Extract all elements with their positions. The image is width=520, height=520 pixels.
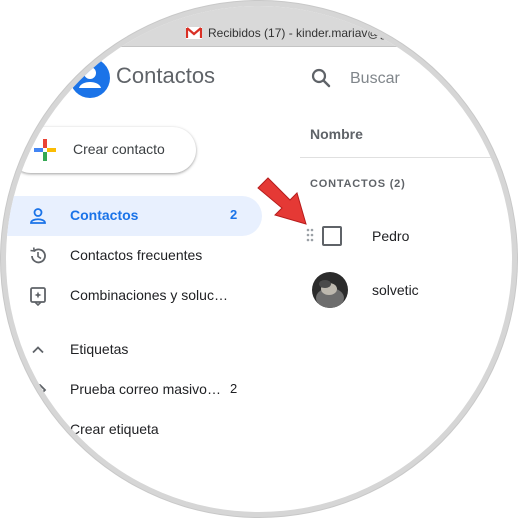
history-icon [28, 246, 48, 266]
gmail-icon [186, 27, 202, 39]
search-icon[interactable] [310, 67, 332, 89]
person-icon [28, 206, 48, 226]
contacts-section-heading: CONTACTOS (2) [310, 178, 406, 190]
annotation-arrow-icon [254, 174, 312, 230]
sidebar-item-label: Prueba correo masivo… [70, 381, 221, 397]
create-contact-button[interactable]: Crear contacto [8, 127, 196, 173]
browser-tab[interactable]: Recibidos (17) - kinder.mariav@g [186, 23, 386, 43]
plus-icon [34, 139, 56, 161]
app-title: Contactos [116, 63, 216, 88]
browser-tab-bar: Recibidos (17) - kinder.mariav@g [6, 6, 512, 47]
sidebar-item-label: Contactos [70, 207, 139, 223]
sidebar-item-frecuentes[interactable]: Contactos frecuentes [6, 236, 262, 276]
sidebar-item-label: Contactos frecuentes [70, 247, 203, 263]
avatar [312, 272, 348, 308]
drag-handle-icon[interactable] [306, 228, 314, 242]
labels-section-title: Etiquetas [70, 341, 129, 357]
sidebar-item-label: Combinaciones y soluc… [70, 287, 228, 303]
label-icon [28, 380, 48, 400]
magnified-view: Recibidos (17) - kinder.mariav@g Contact… [6, 6, 512, 512]
add-icon [28, 420, 48, 440]
row-checkbox[interactable] [322, 226, 342, 246]
contact-row[interactable]: solvetic [300, 268, 512, 318]
labels-section-toggle[interactable]: Etiquetas [6, 330, 262, 370]
contact-name: solvetic [372, 282, 419, 298]
create-label-text: Crear etiqueta [70, 421, 159, 437]
create-contact-label: Crear contacto [73, 141, 165, 157]
sidebar-item-contactos[interactable]: Contactos 2 [6, 196, 262, 236]
create-label-button[interactable]: Crear etiqueta [6, 410, 262, 450]
column-header-name[interactable]: Nombre [310, 126, 363, 142]
contact-row[interactable]: Pedro [300, 214, 512, 264]
browser-tab-title: Recibidos (17) - kinder.mariav@g [208, 26, 387, 40]
merge-icon [28, 286, 48, 307]
sidebar-item-count: 2 [230, 381, 238, 396]
sidebar-item-combinaciones[interactable]: Combinaciones y soluc… [6, 276, 262, 316]
search-input[interactable] [348, 66, 512, 92]
chevron-up-icon [28, 340, 48, 360]
sidebar-item-count: 2 [230, 207, 238, 222]
sidebar-item-label-prueba[interactable]: Prueba correo masivo… 2 [6, 370, 262, 410]
header-divider [300, 157, 512, 158]
contact-name: Pedro [372, 228, 410, 244]
contacts-logo-icon [70, 58, 110, 98]
